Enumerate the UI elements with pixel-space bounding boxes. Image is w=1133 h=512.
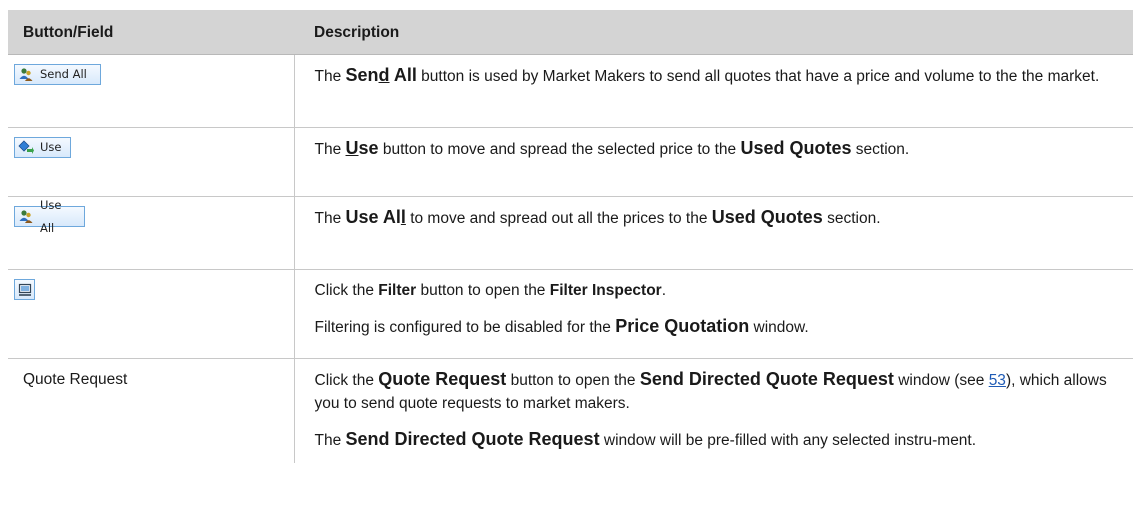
description-cell: Click the Filter button to open the Filt…: [294, 269, 1133, 359]
diamond-arrow-icon: [18, 139, 34, 156]
people-send-icon: [18, 67, 34, 83]
send-all-button-label: Send All: [40, 67, 87, 81]
table-row: Use All The Use All to move and spread o…: [8, 196, 1133, 270]
table-header-row: Button/Field Description: [8, 10, 1133, 55]
field-cell: Use: [8, 127, 295, 197]
header-button-field: Button/Field: [8, 10, 294, 55]
table-row: Quote Request Click the Quote Request bu…: [8, 358, 1133, 464]
people-send-icon: [18, 209, 34, 225]
filter-button[interactable]: [14, 279, 35, 300]
description-cell: The Send All button is used by Market Ma…: [294, 54, 1133, 128]
description-text: The Use All to move and spread out all t…: [314, 207, 881, 227]
header-description: Description: [294, 10, 1133, 55]
description-cell: The Use All to move and spread out all t…: [294, 196, 1133, 270]
description-text: The Use button to move and spread the se…: [314, 138, 910, 158]
field-cell: [8, 269, 295, 359]
table-row: Use The Use button to move and spread th…: [8, 127, 1133, 197]
use-all-button[interactable]: Use All: [14, 198, 85, 235]
description-cell: Click the Quote Request button to open t…: [294, 359, 1133, 464]
description-cell: The Use button to move and spread the se…: [294, 127, 1133, 197]
field-cell: Quote Request: [8, 358, 295, 463]
use-all-button-label: Use All: [40, 197, 62, 235]
description-text: Click the Quote Request button to open t…: [314, 369, 1107, 412]
page-reference-link[interactable]: 53: [989, 372, 1006, 389]
use-button-label: Use: [40, 140, 62, 154]
field-cell: Use All: [8, 196, 295, 270]
description-text: The Send Directed Quote Request window w…: [314, 429, 977, 449]
description-text: The Send All button is used by Market Ma…: [314, 65, 1100, 85]
table-row: Click the Filter button to open the Filt…: [8, 269, 1133, 359]
description-text: Click the Filter button to open the Filt…: [314, 282, 667, 299]
use-button[interactable]: Use: [14, 137, 71, 158]
quote-request-field-label: Quote Request: [23, 371, 128, 388]
description-text: Filtering is configured to be disabled f…: [314, 316, 809, 336]
filter-monitor-icon: [18, 283, 32, 297]
send-all-button[interactable]: Send All: [14, 64, 101, 85]
field-cell: Send All: [8, 54, 295, 128]
table-row: Send All The Send All button is used by …: [8, 54, 1133, 128]
button-field-table: Button/Field Description Send All The Se…: [8, 10, 1133, 463]
